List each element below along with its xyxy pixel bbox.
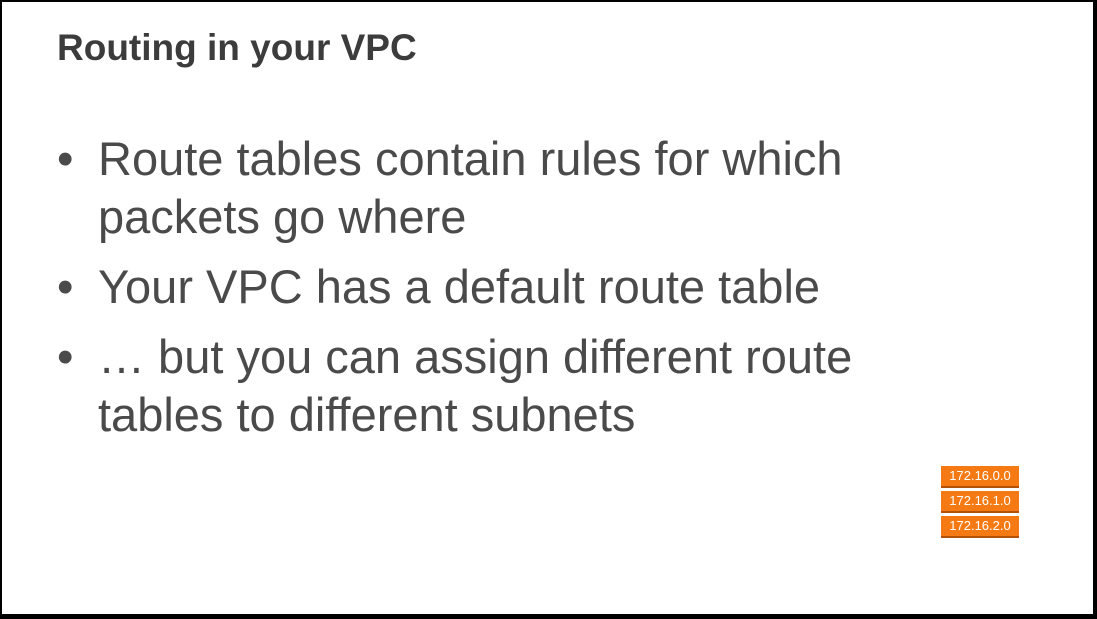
bullet-text: Route tables contain rules for which pac… [98,132,843,243]
bullet-text: Your VPC has a default route table [98,260,821,313]
route-entry: 172.16.0.0 [941,466,1019,488]
bullet-item: • … but you can assign different route t… [57,328,917,444]
bullet-item: • Your VPC has a default route table [57,258,917,316]
slide: Routing in your VPC • Route tables conta… [0,0,1097,619]
bullet-dot: • [57,132,74,185]
bullet-text: … but you can assign different route tab… [98,330,853,441]
bullet-dot: • [57,330,74,383]
bullet-dot: • [57,260,74,313]
route-entry: 172.16.1.0 [941,491,1019,513]
bullet-list: • Route tables contain rules for which p… [57,130,917,456]
bullet-item: • Route tables contain rules for which p… [57,130,917,246]
route-entry: 172.16.2.0 [941,516,1019,538]
route-table-graphic: 172.16.0.0 172.16.1.0 172.16.2.0 [941,466,1019,541]
slide-title: Routing in your VPC [57,27,417,68]
